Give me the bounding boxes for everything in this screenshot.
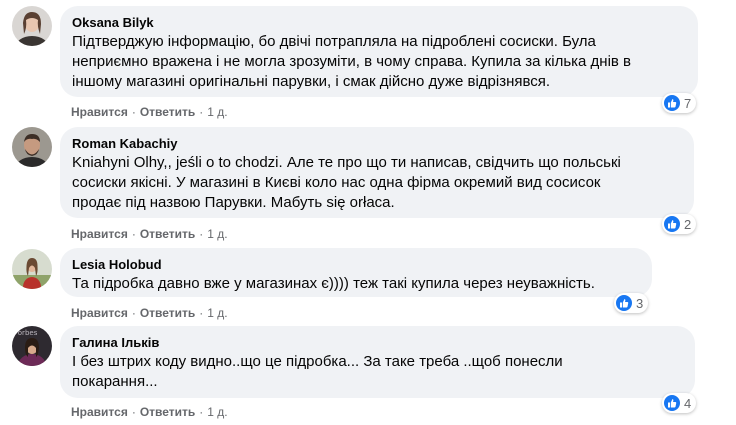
like-reaction-icon	[664, 395, 680, 411]
comment-bubble: Oksana Bilyk Підтверджую інформацію, бо …	[60, 6, 698, 97]
reaction-count[interactable]: 4	[662, 393, 697, 413]
reaction-count[interactable]: 7	[662, 93, 697, 113]
comment-text: Та підробка давно вже у магазинах є)))) …	[72, 275, 595, 292]
comment-timestamp[interactable]: 1 д.	[207, 227, 227, 241]
comment-bubble: Lesia Holobud Та підробка давно вже у ма…	[60, 248, 652, 297]
like-reaction-icon	[664, 95, 680, 111]
comment-text: Підтверджую інформацію, бо двічі потрапл…	[72, 33, 632, 90]
avatar[interactable]: Forbes	[12, 326, 52, 366]
comment-author[interactable]: Lesia Holobud	[72, 256, 640, 273]
comment-actions: Нравится · Ответить · 1 д.	[71, 404, 228, 420]
comment-author[interactable]: Roman Kabachiy	[72, 135, 682, 152]
separator: ·	[131, 306, 136, 320]
comment-timestamp[interactable]: 1 д.	[207, 405, 227, 419]
like-button[interactable]: Нравится	[71, 105, 128, 119]
avatar[interactable]	[12, 249, 52, 289]
separator: ·	[199, 105, 204, 119]
comment-bubble: Галина Ількiв І без штрих коду видно..що…	[60, 326, 695, 398]
avatar[interactable]	[12, 6, 52, 46]
reaction-count-value: 7	[684, 95, 692, 111]
like-button[interactable]: Нравится	[71, 405, 128, 419]
comment-author[interactable]: Галина Ількiв	[72, 334, 683, 351]
reaction-count-value: 3	[636, 295, 644, 311]
comment-text: І без штрих коду видно..що це підробка..…	[72, 353, 563, 390]
separator: ·	[131, 105, 136, 119]
comment-timestamp[interactable]: 1 д.	[207, 306, 227, 320]
reaction-count[interactable]: 3	[614, 293, 649, 313]
svg-text:Forbes: Forbes	[14, 329, 38, 337]
reply-button[interactable]: Ответить	[140, 306, 195, 320]
like-button[interactable]: Нравится	[71, 227, 128, 241]
comment-actions: Нравится · Ответить · 1 д.	[71, 226, 228, 242]
comment-timestamp[interactable]: 1 д.	[207, 105, 227, 119]
like-button[interactable]: Нравится	[71, 306, 128, 320]
reaction-count-value: 2	[684, 216, 692, 232]
comment-actions: Нравится · Ответить · 1 д.	[71, 104, 228, 120]
separator: ·	[131, 227, 136, 241]
reaction-count-value: 4	[684, 395, 692, 411]
reply-button[interactable]: Ответить	[140, 405, 195, 419]
separator: ·	[199, 227, 204, 241]
reply-button[interactable]: Ответить	[140, 105, 195, 119]
comment-author[interactable]: Oksana Bilyk	[72, 14, 686, 31]
comment-bubble: Roman Kabachiy Kniahyni Olhy,, jeśli o t…	[60, 127, 694, 218]
reaction-count[interactable]: 2	[662, 214, 697, 234]
separator: ·	[199, 306, 204, 320]
separator: ·	[131, 405, 136, 419]
comment-text: Kniahyni Olhy,, jeśli o to chodzi. Але т…	[72, 154, 621, 211]
comment-actions: Нравится · Ответить · 1 д.	[71, 305, 228, 321]
avatar[interactable]	[12, 127, 52, 167]
like-reaction-icon	[616, 295, 632, 311]
separator: ·	[199, 405, 204, 419]
reply-button[interactable]: Ответить	[140, 227, 195, 241]
like-reaction-icon	[664, 216, 680, 232]
